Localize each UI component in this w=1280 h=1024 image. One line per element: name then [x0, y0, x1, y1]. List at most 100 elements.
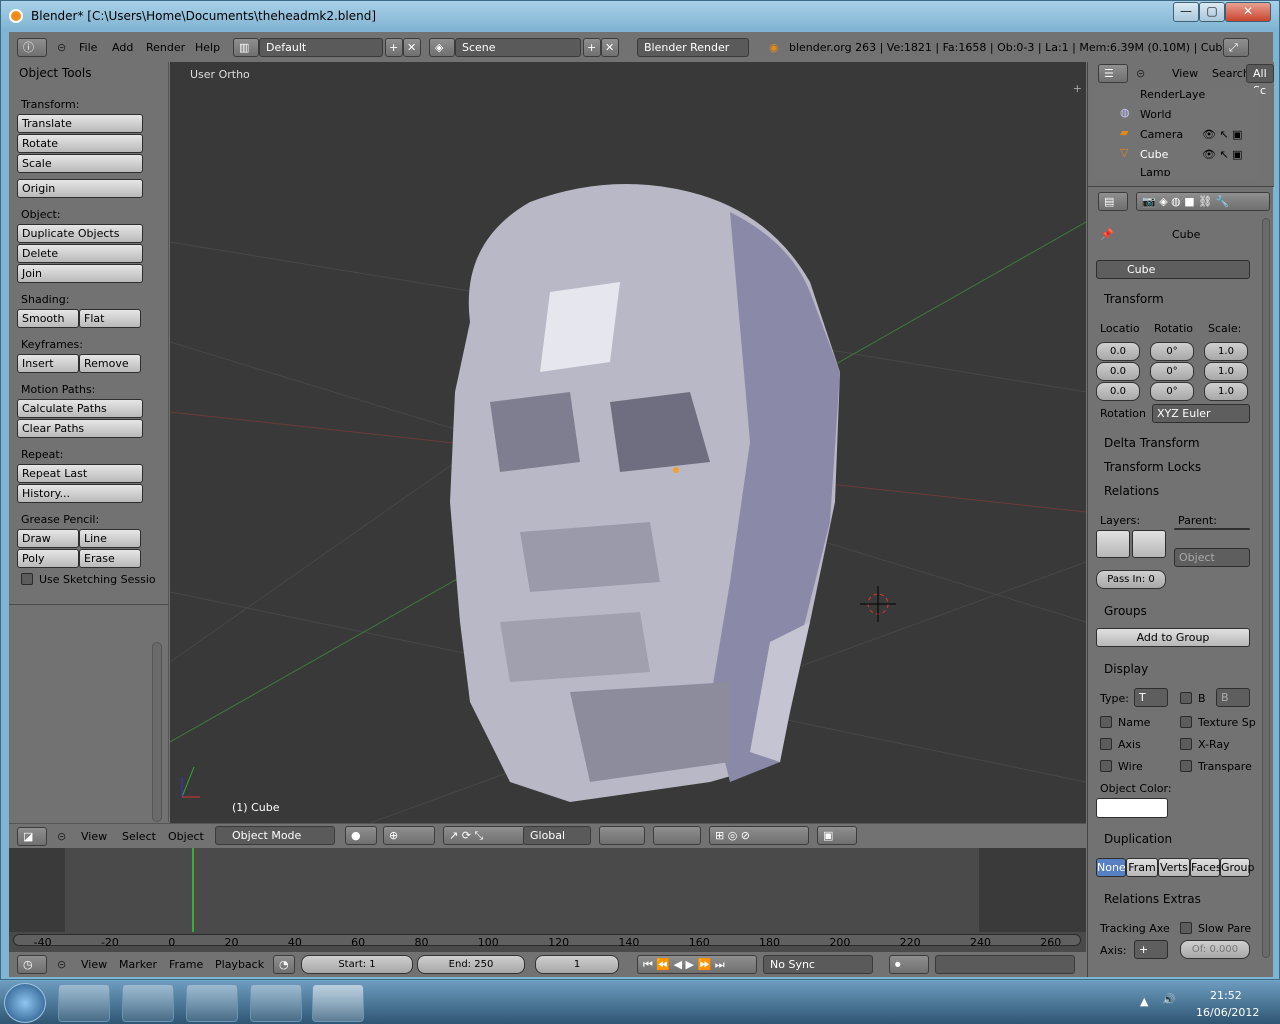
remove-layout-button[interactable]: ✕: [403, 38, 421, 57]
slow-parent-offset[interactable]: Of: 0.000: [1180, 940, 1250, 959]
editor-type-icon[interactable]: ⓘ: [17, 38, 47, 57]
3d-viewport[interactable]: User Ortho (1) Cube +: [170, 62, 1086, 823]
keying-set-field[interactable]: [935, 955, 1075, 974]
object-color-swatch[interactable]: [1096, 798, 1168, 818]
name-checkbox[interactable]: [1100, 716, 1112, 728]
blender-taskbar-icon[interactable]: [312, 984, 364, 1022]
outliner-editor-icon[interactable]: ☰: [1098, 64, 1128, 83]
wire-checkbox[interactable]: [1100, 760, 1112, 772]
outliner-menu-view[interactable]: View: [1172, 67, 1198, 80]
axis-select[interactable]: +: [1134, 940, 1168, 959]
menu-select[interactable]: Select: [122, 830, 156, 843]
origin-button[interactable]: Origin: [17, 179, 143, 198]
insert-button[interactable]: Insert: [17, 354, 79, 373]
clock-time[interactable]: 21:52: [1210, 989, 1242, 1002]
render-icons[interactable]: ▣: [817, 826, 857, 845]
photos-taskbar-icon[interactable]: [250, 984, 302, 1022]
playback-controls[interactable]: ⏮ ⏪ ◀ ▶ ⏩ ⏭: [637, 955, 757, 974]
sketching-checkbox[interactable]: [21, 573, 33, 585]
menu-render[interactable]: Render: [146, 41, 185, 54]
slow-parent-checkbox[interactable]: [1180, 922, 1192, 934]
orientation-select[interactable]: Global: [523, 826, 591, 845]
mode-select[interactable]: Object Mode: [215, 826, 335, 845]
shelf-scrollbar[interactable]: [152, 642, 162, 822]
relations-extras-panel[interactable]: Relations Extras: [1104, 892, 1264, 906]
dup-faces-tab[interactable]: Faces: [1190, 858, 1222, 877]
rot-y[interactable]: 0°: [1150, 362, 1194, 381]
outliner-item-camera[interactable]: Camera: [1140, 128, 1183, 141]
smooth-button[interactable]: Smooth: [17, 309, 79, 328]
steam-taskbar-icon[interactable]: [58, 984, 110, 1022]
menu-view[interactable]: View: [81, 830, 107, 843]
pivot-icon[interactable]: ⊕: [383, 826, 435, 845]
tool-shelf-title[interactable]: Object Tools: [19, 66, 91, 80]
cube-visibility-icons[interactable]: 👁 ↖ ▣: [1202, 148, 1243, 161]
rot-z[interactable]: 0°: [1150, 382, 1194, 401]
menu-timeline-view[interactable]: View: [81, 958, 107, 971]
loc-x[interactable]: 0.0: [1096, 342, 1140, 361]
delete-button[interactable]: Delete: [17, 244, 143, 263]
scene-field[interactable]: Scene: [455, 38, 581, 57]
end-frame-field[interactable]: End: 250: [417, 955, 525, 974]
remove-button[interactable]: Remove: [79, 354, 141, 373]
title-bar[interactable]: Blender* [C:\Users\Home\Documents\thehea…: [1, 1, 1279, 31]
layout-field[interactable]: Default: [259, 38, 383, 57]
loc-y[interactable]: 0.0: [1096, 362, 1140, 381]
menu-frame[interactable]: Frame: [169, 958, 203, 971]
duplication-panel[interactable]: Duplication: [1104, 832, 1264, 846]
layers-grid-a[interactable]: [1096, 530, 1130, 558]
screen-layout-icon[interactable]: ▥: [233, 38, 259, 57]
erase-button[interactable]: Erase: [79, 549, 141, 568]
scale-z[interactable]: 1.0: [1204, 382, 1248, 401]
add-to-group-button[interactable]: Add to Group: [1096, 628, 1250, 647]
record-icon[interactable]: ⏺: [889, 955, 929, 974]
repeat-last-button[interactable]: Repeat Last: [17, 464, 143, 483]
dup-group-tab[interactable]: Group: [1220, 858, 1255, 877]
timeline-editor-icon[interactable]: ◷: [17, 955, 47, 974]
add-layout-button[interactable]: +: [385, 38, 403, 57]
volume-icon[interactable]: 🔊: [1162, 993, 1176, 1006]
menu-object[interactable]: Object: [168, 830, 204, 843]
clock-date[interactable]: 16/06/2012: [1196, 1006, 1259, 1019]
transform-locks-panel[interactable]: Transform Locks: [1104, 460, 1264, 474]
rot-x[interactable]: 0°: [1150, 342, 1194, 361]
sync-select[interactable]: No Sync: [763, 955, 873, 974]
start-frame-field[interactable]: Start: 1: [301, 955, 413, 974]
outliner-item-world[interactable]: World: [1140, 108, 1172, 121]
current-frame-field[interactable]: 1: [535, 955, 619, 974]
texture-space-checkbox[interactable]: [1180, 716, 1192, 728]
axis-checkbox[interactable]: [1100, 738, 1112, 750]
parent-field[interactable]: [1174, 528, 1250, 530]
dup-verts-tab[interactable]: Verts: [1158, 858, 1190, 877]
translate-button[interactable]: Translate: [17, 114, 143, 133]
rotate-button[interactable]: Rotate: [17, 134, 143, 153]
parent-type-select[interactable]: Object: [1174, 548, 1250, 567]
add-scene-button[interactable]: +: [583, 38, 601, 57]
outliner-menu-search[interactable]: Search: [1212, 67, 1250, 80]
dup-none-tab[interactable]: None: [1096, 858, 1126, 877]
menu-file[interactable]: File: [79, 41, 97, 54]
camera-visibility-icons[interactable]: 👁 ↖ ▣: [1202, 128, 1243, 141]
layers-grid-2[interactable]: [653, 826, 701, 845]
fullscreen-icon[interactable]: ⤢: [1223, 38, 1249, 57]
outliner-filter[interactable]: All Sc: [1246, 64, 1274, 97]
outliner-collapse-icon[interactable]: ⊝: [1136, 67, 1145, 80]
calculate-paths-button[interactable]: Calculate Paths: [17, 399, 143, 418]
manipulator-icons[interactable]: ↗ ⟳ ⤡: [443, 826, 525, 845]
scale-y[interactable]: 1.0: [1204, 362, 1248, 381]
scale-x[interactable]: 1.0: [1204, 342, 1248, 361]
menu-marker[interactable]: Marker: [119, 958, 157, 971]
loc-z[interactable]: 0.0: [1096, 382, 1140, 401]
outliner-item-lamp[interactable]: Lamp: [1140, 166, 1171, 176]
relations-panel[interactable]: Relations: [1104, 484, 1264, 498]
close-button[interactable]: ✕: [1225, 2, 1271, 22]
draw-button[interactable]: Draw: [17, 529, 79, 548]
timeline-collapse-icon[interactable]: ⊝: [57, 958, 66, 971]
outliner-item-cube[interactable]: Cube: [1140, 148, 1168, 161]
display-type-select[interactable]: T: [1134, 688, 1168, 707]
properties-editor-icon[interactable]: ▤: [1098, 192, 1128, 211]
current-frame-line[interactable]: [192, 848, 194, 932]
properties-scrollbar[interactable]: [1262, 218, 1270, 958]
timeline-area[interactable]: -40 -20 0 20 40 60 80 100 120 140 160 180 200 220 240 2…: [9, 848, 1086, 952]
layers-grid-1[interactable]: [599, 826, 645, 845]
